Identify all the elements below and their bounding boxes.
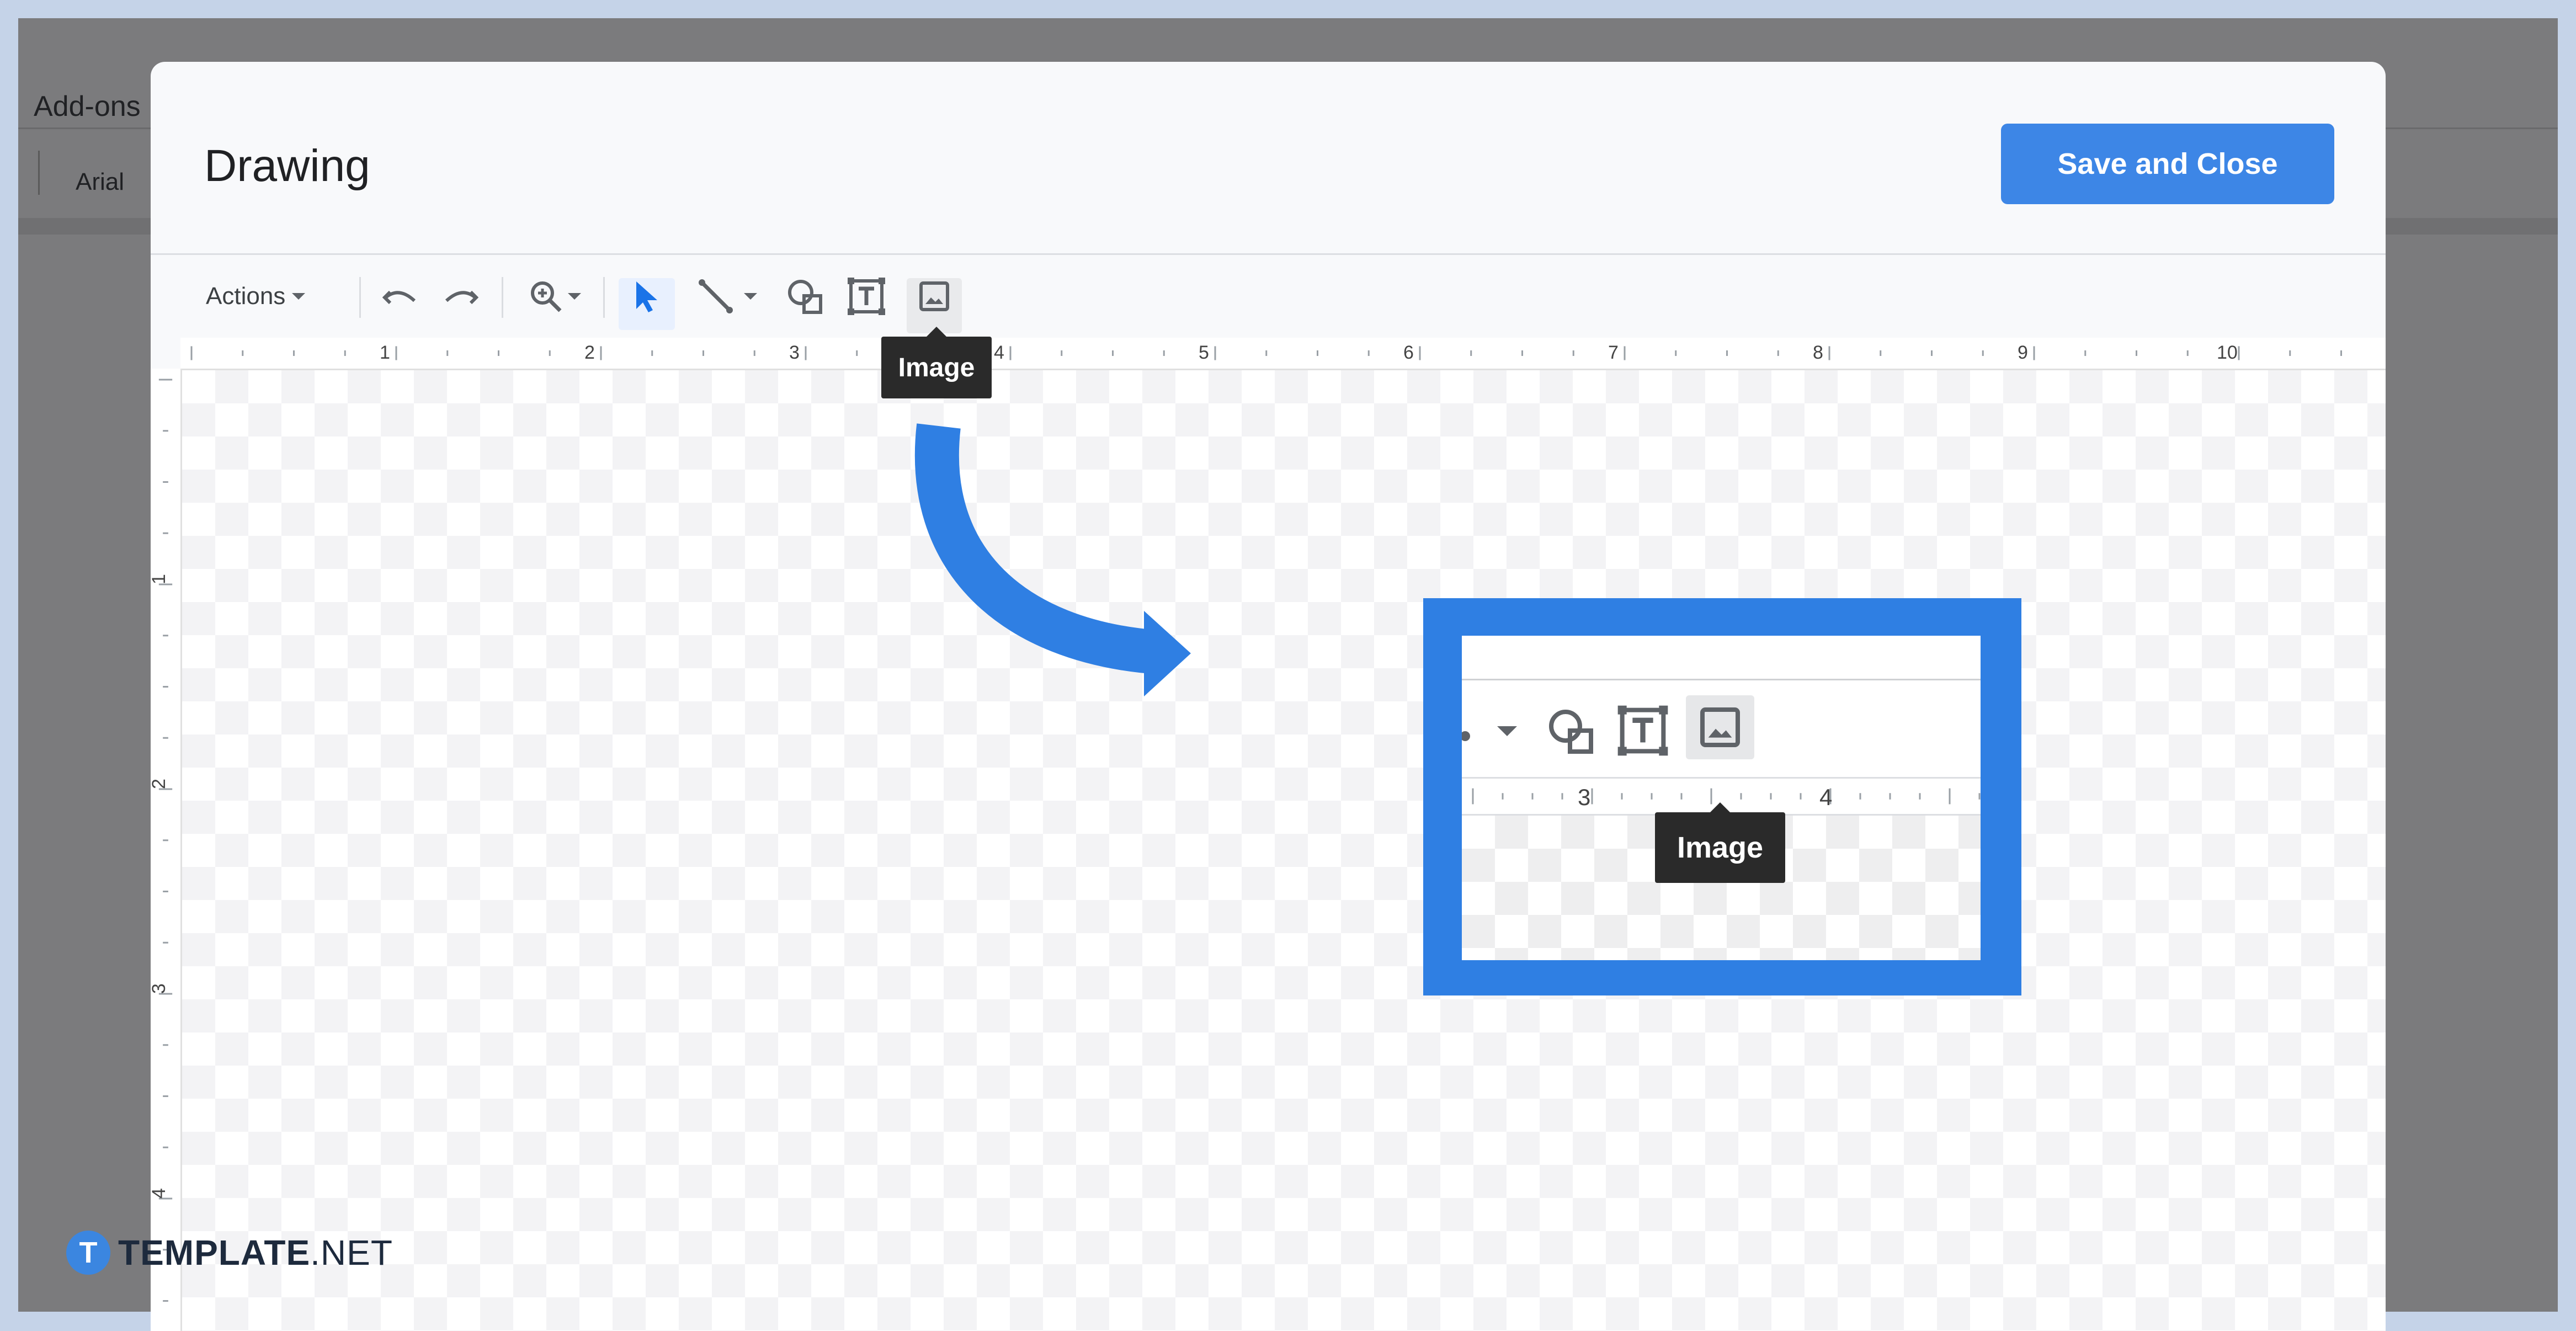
- line-icon: [1462, 731, 1470, 741]
- logo-text: TEMPLATE.NET: [118, 1232, 393, 1273]
- zoomed-toolbar-view: 3 4 Image: [1462, 636, 1981, 960]
- ruler-label: 3: [1578, 784, 1591, 810]
- toolbar-divider: [38, 151, 40, 195]
- curved-arrow-icon: [914, 423, 1191, 696]
- zoom-divider: [1462, 679, 1981, 680]
- logo-mark: T: [66, 1231, 110, 1275]
- textbox-icon: [1617, 705, 1668, 756]
- dropdown-arrow-icon: [1497, 726, 1517, 736]
- shape-icon: [1549, 710, 1593, 754]
- image-icon: [1700, 707, 1740, 747]
- drawing-dialog: Drawing Save and Close Actions 1 2 3 4 5…: [151, 62, 2386, 1331]
- logo-suffix: .NET: [310, 1233, 393, 1273]
- ruler-label: 4: [1819, 784, 1833, 810]
- logo-brand: TEMPLATE: [118, 1233, 311, 1273]
- addons-menu[interactable]: Add-ons: [34, 90, 141, 123]
- template-logo: T TEMPLATE.NET: [66, 1231, 393, 1275]
- font-selector[interactable]: Arial: [76, 168, 124, 196]
- zoomed-callout: 3 4 Image: [1423, 598, 2021, 995]
- image-tooltip: Image: [1655, 802, 1785, 883]
